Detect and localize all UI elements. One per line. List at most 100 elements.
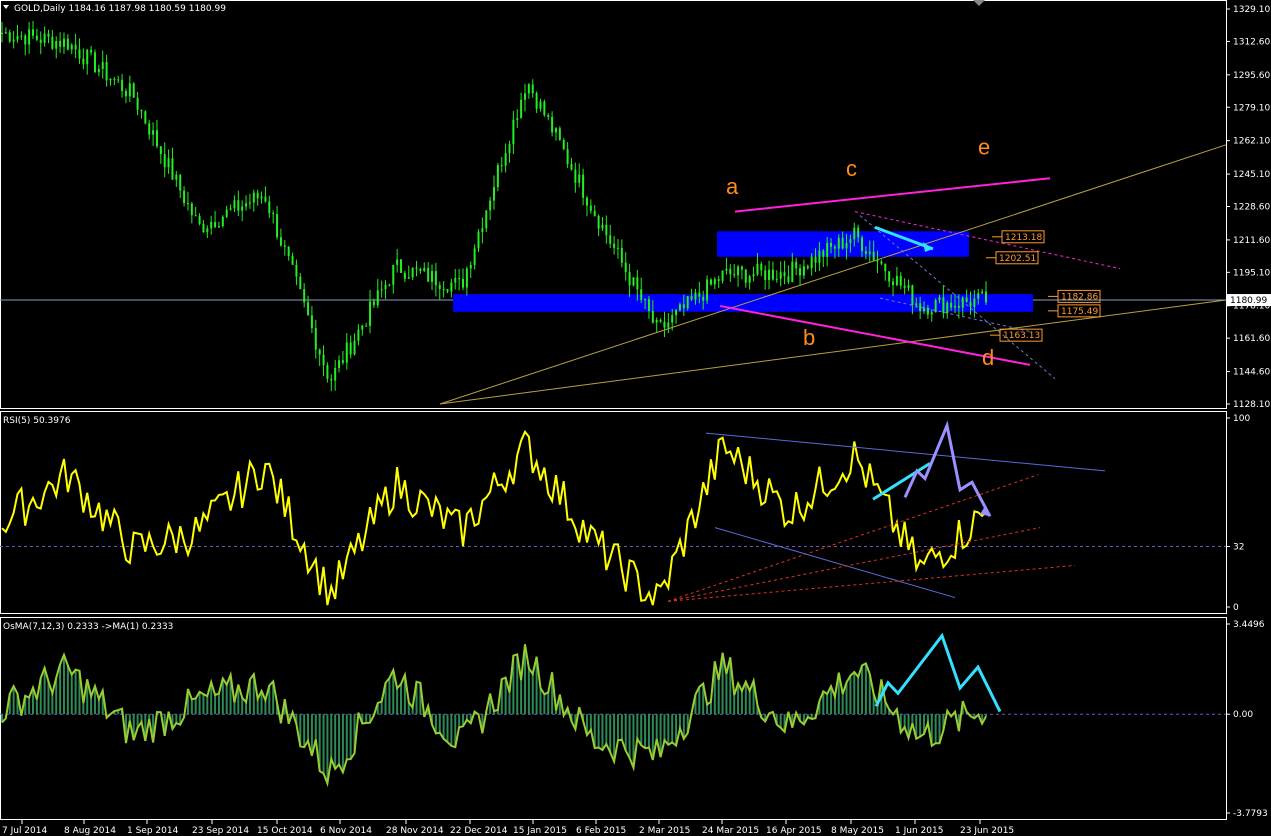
candle-body [217,225,220,228]
candle-body [458,278,461,280]
candle-body [392,264,395,285]
price-tick-label: 1312.60 [1233,37,1270,47]
candle-body [946,302,949,314]
time-label: 16 Apr 2015 [766,826,822,836]
candle-body [558,128,561,141]
candle-body [578,174,581,183]
candle-body [601,224,604,229]
candle-body [930,312,933,315]
candle-body [326,365,329,379]
candle-body [756,263,759,275]
candle-body [407,277,410,279]
candle-body [632,277,635,286]
time-label: 7 Jul 2014 [2,826,47,836]
candle-body [473,248,476,266]
candle-body [291,255,294,265]
candle-body [334,367,337,381]
candle-body [791,261,794,282]
candle-body [357,329,360,341]
candle-body [864,251,867,254]
time-label: 24 Mar 2015 [702,826,759,836]
candle-body [4,32,7,34]
candle-body [105,62,108,81]
candle-body [132,83,135,98]
candle-body [167,158,170,168]
candle-body [400,259,403,273]
trading-chart[interactable]: GOLD,Daily 1184.16 1187.98 1180.59 1180.… [0,0,1271,836]
candle-body [923,307,926,312]
candle-body [570,163,573,170]
candle-body [520,99,523,119]
candle-body [431,271,434,282]
candle-body [779,272,782,279]
candle-body [113,78,116,80]
candle-body [733,274,736,276]
candle-body [504,153,507,166]
candle-body [752,274,755,277]
candle-body [768,269,771,281]
candle-body [965,297,968,302]
candle-body [915,303,918,306]
wave-label-c: c [846,156,857,181]
price-tick-label: 1211.60 [1233,236,1270,246]
candle-body [55,40,58,49]
candle-body [276,214,279,238]
candle-body [8,32,11,42]
candle-body [554,128,557,133]
candle-body [121,80,124,91]
candle-body [729,268,732,275]
level-label: 1202.51 [999,254,1036,264]
candle-body [477,232,480,249]
candle-body [128,83,131,97]
candle-body [295,264,298,277]
osma-tick-label: 0.00 [1233,710,1253,720]
candle-body [985,291,987,303]
candle-body [783,272,786,277]
candle-body [314,328,317,350]
price-tick-label: 1245.10 [1233,170,1270,180]
candle-body [136,97,139,110]
candle-body [345,342,348,363]
candle-body [977,293,980,299]
candle-body [86,49,89,65]
candle-body [109,78,112,81]
osma-tick-label: 3.4496 [1233,620,1265,630]
candle-body [241,206,244,211]
candle-body [702,296,705,301]
candle-body [678,304,681,311]
candle-body [415,267,418,270]
candle-body [516,118,519,120]
candle-body [229,208,232,210]
candle-body [427,267,430,282]
candle-body [260,196,263,199]
candle-body [39,39,42,43]
candle-body [206,228,209,233]
candle-body [872,251,875,261]
candle-body [411,267,414,278]
time-label: 23 Sep 2014 [192,826,249,836]
candle-body [423,267,426,271]
price-tick-label: 1195.10 [1233,268,1270,278]
candle-body [876,260,879,262]
candle-body [744,269,747,283]
time-label: 2 Mar 2015 [639,826,690,836]
candle-body [868,251,871,254]
level-label: 1163.13 [1003,331,1040,341]
price-tick-label: 1144.60 [1233,368,1270,378]
candle-body [957,305,960,308]
candle-body [888,271,891,282]
candle-body [609,235,612,244]
candle-body [880,261,883,264]
candle-body [566,149,569,164]
candle-body [438,285,441,289]
candle-body [372,301,375,306]
candle-body [20,35,23,37]
candle-body [651,310,654,323]
candle-body [787,276,790,282]
candle-body [907,285,910,288]
candle-body [97,68,100,73]
candle-body [551,116,554,133]
candle-body [124,90,127,97]
candle-body [66,38,69,50]
candle-body [775,278,778,280]
